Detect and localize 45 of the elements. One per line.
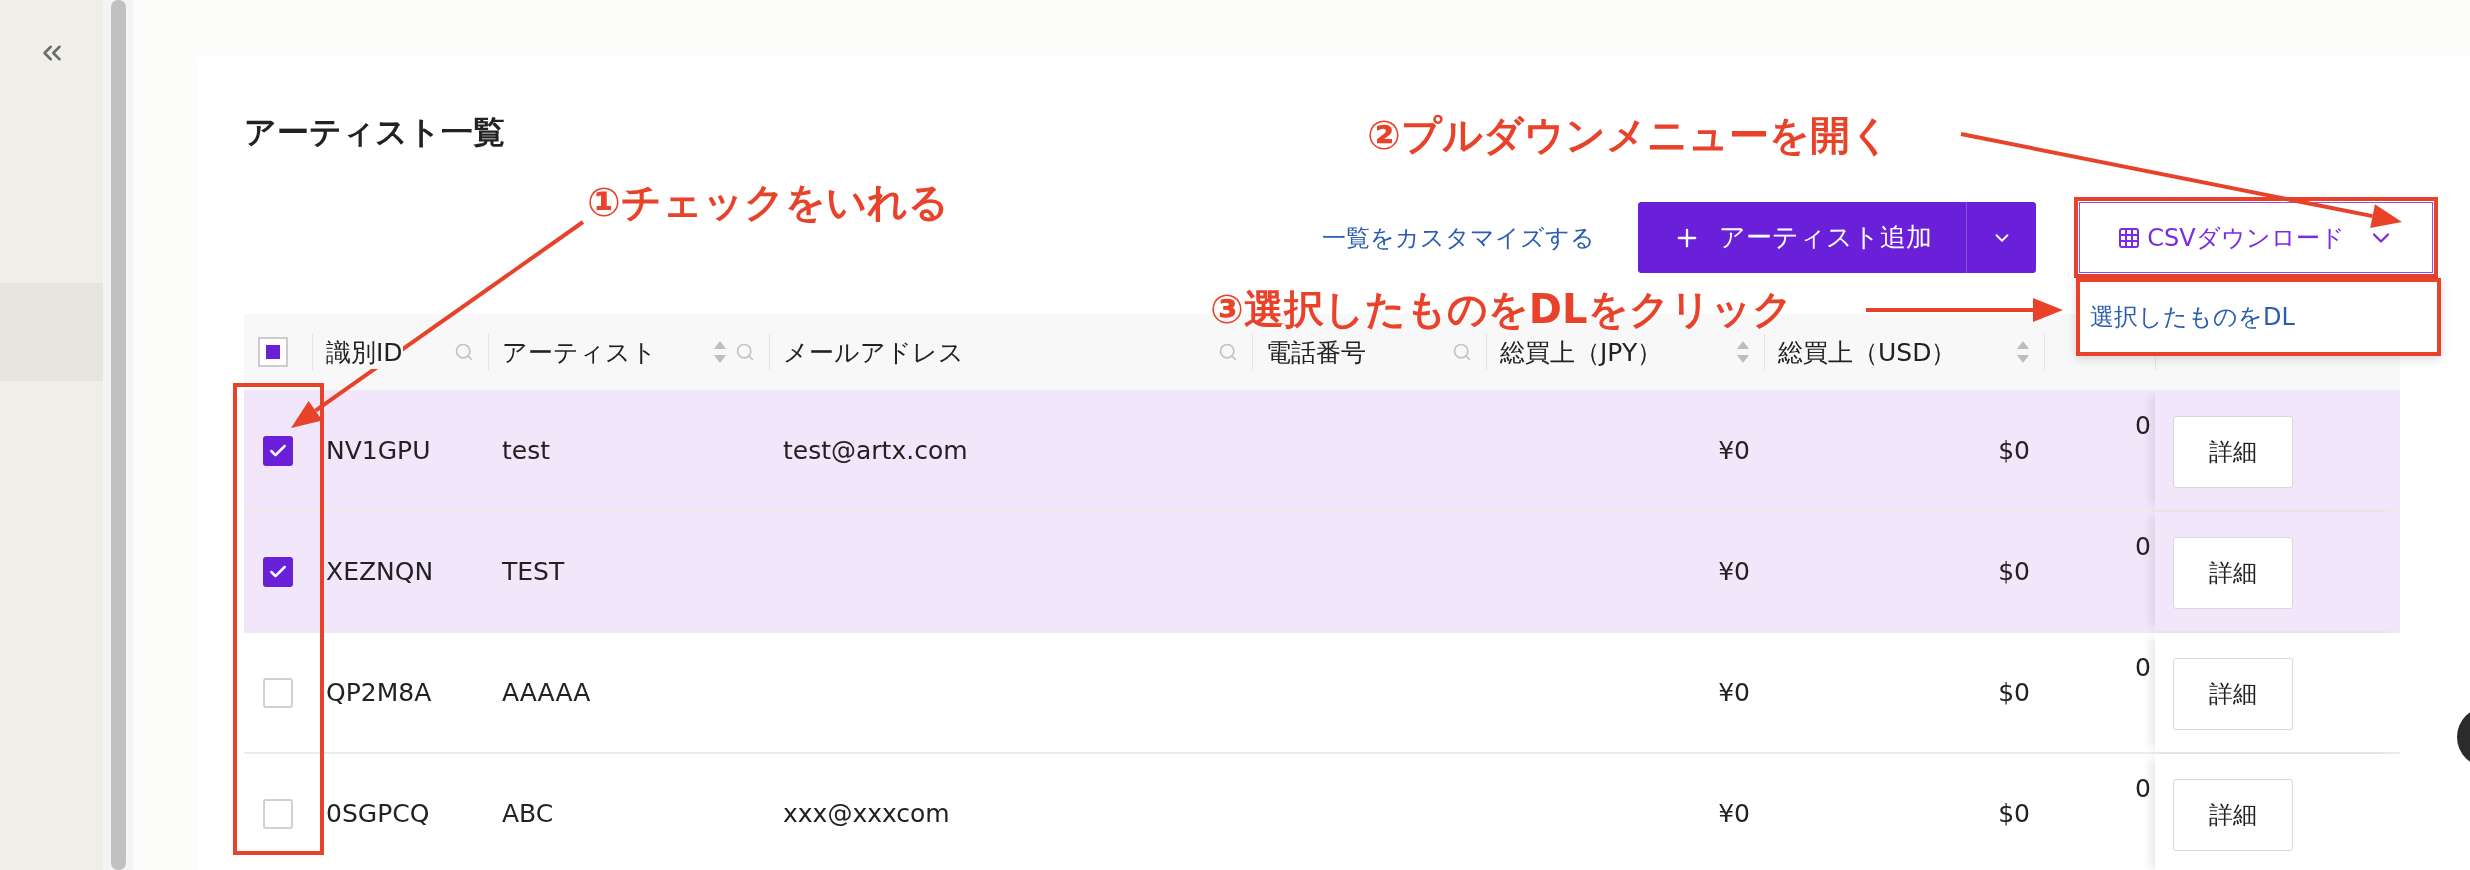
table-cell-text: $0 bbox=[1997, 556, 2031, 588]
annotation-label: ③選択したものをDLをクリック bbox=[1210, 285, 1793, 334]
table-cell-text: AAAAA bbox=[501, 677, 592, 709]
customize-link[interactable]: 一覧をカスタマイズする bbox=[1322, 221, 1595, 254]
sort-icon[interactable] bbox=[713, 339, 727, 365]
annotation-label: ①チェックをいれる bbox=[587, 178, 949, 227]
menu-item[interactable]: 選択したものをDL bbox=[2076, 301, 2295, 333]
search-icon[interactable] bbox=[1452, 342, 1472, 362]
table-cell-text: ABC bbox=[501, 798, 555, 830]
detail-button[interactable]: 詳細 bbox=[2173, 658, 2293, 730]
table-cell-text: 0 bbox=[2134, 652, 2152, 684]
table-cell-text: test bbox=[501, 435, 551, 467]
table-cell-text: $0 bbox=[1997, 435, 2031, 467]
table-cell-text: 0 bbox=[2134, 773, 2152, 805]
table-cell-text: xxx@xxxcom bbox=[782, 798, 951, 830]
scrollbar-thumb[interactable] bbox=[110, 0, 126, 870]
row-checkbox[interactable] bbox=[263, 435, 293, 466]
table-cell-text: TEST bbox=[501, 556, 566, 588]
table-cell-text: ¥0 bbox=[1717, 677, 1751, 709]
search-icon[interactable] bbox=[735, 342, 755, 362]
table-cell-text: ¥0 bbox=[1717, 556, 1751, 588]
table-cell-text: $0 bbox=[1997, 798, 2031, 830]
row-checkbox[interactable] bbox=[263, 556, 293, 587]
detail-button[interactable]: 詳細 bbox=[2173, 416, 2293, 488]
select-all-checkbox[interactable] bbox=[258, 337, 288, 367]
table-cell-text: 0SGPCQ bbox=[325, 798, 431, 830]
dropdown-toggle[interactable] bbox=[1966, 202, 2036, 273]
search-icon[interactable] bbox=[454, 342, 474, 362]
search-icon[interactable] bbox=[1218, 342, 1238, 362]
detail-button[interactable]: 詳細 bbox=[2173, 537, 2293, 609]
table-cell-text: ¥0 bbox=[1717, 435, 1751, 467]
table-cell-text: test@artx.com bbox=[782, 435, 969, 467]
detail-button[interactable]: 詳細 bbox=[2173, 779, 2293, 851]
annotation-label: ②プルダウンメニューを開く bbox=[1367, 111, 1891, 160]
table-icon bbox=[2117, 225, 2142, 250]
table-cell-text: ¥0 bbox=[1717, 798, 1751, 830]
table-cell-text: $0 bbox=[1997, 677, 2031, 709]
sort-icon[interactable] bbox=[2016, 339, 2030, 365]
table-cell-text: QP2M8A bbox=[325, 677, 433, 709]
sort-icon[interactable] bbox=[1736, 339, 1750, 365]
table-cell-text: XEZNQN bbox=[325, 556, 435, 588]
table-cell-text: 0 bbox=[2134, 531, 2152, 563]
page-title: アーティスト一覧 bbox=[244, 112, 505, 153]
table-cell-text: NV1GPU bbox=[325, 435, 432, 467]
table-cell-text: 0 bbox=[2134, 410, 2152, 442]
